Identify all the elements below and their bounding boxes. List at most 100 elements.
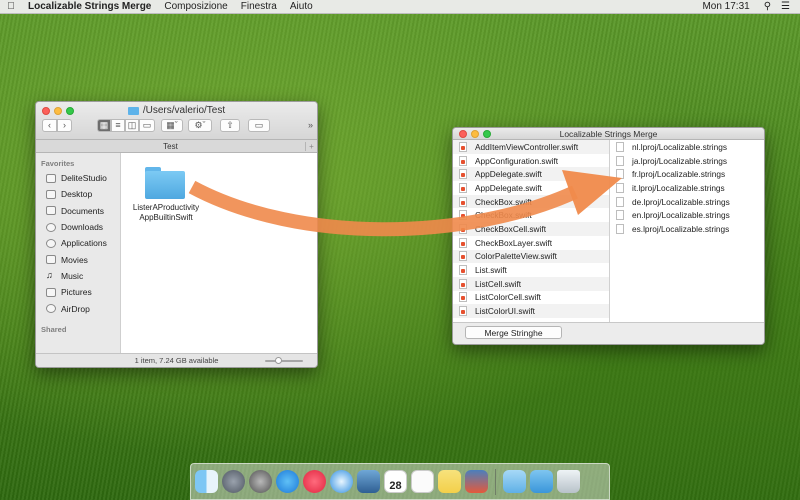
finder-icon[interactable] xyxy=(195,470,218,493)
coverflow-view-button[interactable]: ▭ xyxy=(139,118,155,132)
downloads-icon[interactable] xyxy=(530,470,553,493)
folder-icon[interactable] xyxy=(145,167,185,199)
gear-icon: ⚙ˇ xyxy=(194,119,206,130)
back-button[interactable]: ‹ xyxy=(42,118,57,132)
strings-file-row[interactable]: es.lproj/Localizable.strings xyxy=(610,222,764,236)
app-store-icon[interactable] xyxy=(276,470,299,493)
sidebar-item-documents[interactable]: Documents xyxy=(36,203,120,219)
sidebar-item-deliteStudio[interactable]: DeliteStudio xyxy=(36,170,120,186)
swift-file-row[interactable]: List.swift xyxy=(453,263,609,277)
swift-file-row[interactable]: ListCell.swift xyxy=(453,276,609,291)
strings-file-row[interactable]: nl.lproj/Localizable.strings xyxy=(610,140,764,154)
trash-icon[interactable] xyxy=(557,470,580,493)
safari-icon[interactable] xyxy=(330,470,353,493)
forward-button[interactable]: › xyxy=(57,118,72,132)
notification-center-icon[interactable]: ☰ xyxy=(781,1,790,12)
finder-toolbar: ‹ › ▦ ≡ ◫ ▭ ▦ˇ ⚙ˇ ⇧ ▭ » xyxy=(40,118,313,132)
list-view-button[interactable]: ≡ xyxy=(111,118,125,132)
menu-clock[interactable]: Mon 17:31 xyxy=(702,1,749,12)
spotlight-icon[interactable]: ⚲ xyxy=(764,1,771,12)
action-button[interactable]: ⚙ˇ xyxy=(188,118,212,132)
swift-file-label: CheckBoxLayer.swift xyxy=(475,237,553,248)
document-icon xyxy=(616,210,624,221)
swift-file-row[interactable]: AppDelegate.swift xyxy=(453,167,609,182)
toolbar-overflow-icon[interactable]: » xyxy=(308,120,313,130)
sidebar-item-airdrop[interactable]: AirDrop xyxy=(36,300,120,316)
preview-icon[interactable] xyxy=(357,470,380,493)
launchpad-icon[interactable] xyxy=(222,470,245,493)
strings-file-list[interactable]: nl.lproj/Localizable.strings ja.lproj/Loc… xyxy=(610,140,764,322)
sidebar-item-downloads[interactable]: Downloads xyxy=(36,219,120,235)
itunes-icon[interactable] xyxy=(303,470,326,493)
swift-file-icon xyxy=(459,141,467,152)
reminders-icon[interactable] xyxy=(411,470,434,493)
edit-tags-button[interactable]: ▭ xyxy=(248,118,270,132)
menu-app-name[interactable]: Localizable Strings Merge xyxy=(28,1,151,12)
chevron-right-icon: › xyxy=(63,120,66,130)
menu-aiuto[interactable]: Aiuto xyxy=(290,1,313,12)
zoom-button[interactable] xyxy=(483,130,491,138)
folder-icon[interactable] xyxy=(503,470,526,493)
close-button[interactable] xyxy=(459,130,467,138)
sidebar-item-pictures[interactable]: Pictures xyxy=(36,284,120,300)
strings-file-row[interactable]: it.lproj/Localizable.strings xyxy=(610,181,764,195)
swift-file-label: ListColorUI.swift xyxy=(475,306,535,317)
document-icon xyxy=(616,196,624,207)
music-icon: ♫ xyxy=(46,270,53,281)
swift-file-row[interactable]: ColorPaletteView.swift xyxy=(453,249,609,264)
sidebar-item-music[interactable]: ♫ Music xyxy=(36,268,120,284)
column-view-button[interactable]: ◫ xyxy=(125,118,139,132)
sidebar-item-desktop[interactable]: Desktop xyxy=(36,186,120,202)
apple-menu-icon[interactable]:  xyxy=(0,1,22,12)
sidebar-heading-shared: Shared xyxy=(41,324,67,334)
arrange-button[interactable]: ▦ˇ xyxy=(161,118,183,132)
swift-file-row[interactable]: CheckBox.swift xyxy=(453,194,609,209)
swift-file-row[interactable]: AppDelegate.swift xyxy=(453,181,609,195)
tab-test[interactable]: Test xyxy=(36,142,305,151)
strings-file-label: nl.lproj/Localizable.strings xyxy=(632,141,728,152)
slider-knob[interactable] xyxy=(275,357,282,364)
document-icon xyxy=(616,155,624,166)
finder-status-bar: 1 item, 7.24 GB available xyxy=(36,353,317,367)
swift-file-row[interactable]: ListColorCell.swift xyxy=(453,291,609,305)
swift-file-row[interactable]: AddItemViewController.swift xyxy=(453,140,609,154)
strings-file-row[interactable]: fr.lproj/Localizable.strings xyxy=(610,167,764,181)
swift-file-label: AddItemViewController.swift xyxy=(475,141,579,152)
tag-icon: ▭ xyxy=(254,119,264,130)
system-preferences-icon[interactable] xyxy=(249,470,272,493)
strings-file-row[interactable]: en.lproj/Localizable.strings xyxy=(610,208,764,222)
menu-finestra[interactable]: Finestra xyxy=(241,1,277,12)
swift-file-row[interactable]: CheckBox.swift xyxy=(453,208,609,222)
swift-file-icon xyxy=(459,251,467,262)
airdrop-icon xyxy=(46,304,56,314)
swift-file-row[interactable]: ListColorUI.swift xyxy=(453,304,609,318)
swift-file-icon xyxy=(459,278,467,289)
strings-file-row[interactable]: de.lproj/Localizable.strings xyxy=(610,195,764,209)
xcode-icon[interactable] xyxy=(465,470,488,493)
notes-icon[interactable] xyxy=(438,470,461,493)
swift-file-row[interactable]: CheckBoxLayer.swift xyxy=(453,236,609,250)
swift-file-row[interactable]: CheckBoxCell.swift xyxy=(453,222,609,236)
new-tab-icon[interactable]: + xyxy=(305,141,317,151)
lsm-window-title: Localizable Strings Merge xyxy=(559,129,658,139)
minimize-button[interactable] xyxy=(471,130,479,138)
calendar-icon[interactable]: 28 xyxy=(384,470,407,493)
swift-file-row[interactable]: AppConfiguration.swift xyxy=(453,154,609,168)
strings-file-row[interactable]: ja.lproj/Localizable.strings xyxy=(610,154,764,168)
swift-file-list[interactable]: AddItemViewController.swift AppConfigurat… xyxy=(453,140,610,322)
applications-icon xyxy=(46,238,56,248)
chevron-left-icon: ‹ xyxy=(48,120,51,130)
share-button[interactable]: ⇧ xyxy=(220,118,240,132)
icon-view-button[interactable]: ▦ xyxy=(97,118,111,132)
folder-icon xyxy=(127,106,139,115)
folder-label[interactable]: ListerAProductivity AppBuiltinSwift xyxy=(125,203,207,223)
icon-size-slider[interactable] xyxy=(265,357,303,364)
sidebar-item-movies[interactable]: Movies xyxy=(36,251,120,267)
merge-button[interactable]: Merge Stringhe xyxy=(465,326,562,339)
sidebar-item-applications[interactable]: Applications xyxy=(36,235,120,251)
menu-composizione[interactable]: Composizione xyxy=(164,1,227,12)
finder-sidebar: Favorites DeliteStudio Desktop Documents… xyxy=(36,153,121,353)
coverflow-icon: ▭ xyxy=(142,119,152,130)
swift-file-label: CheckBoxCell.swift xyxy=(475,223,547,234)
swift-file-icon xyxy=(459,169,467,180)
